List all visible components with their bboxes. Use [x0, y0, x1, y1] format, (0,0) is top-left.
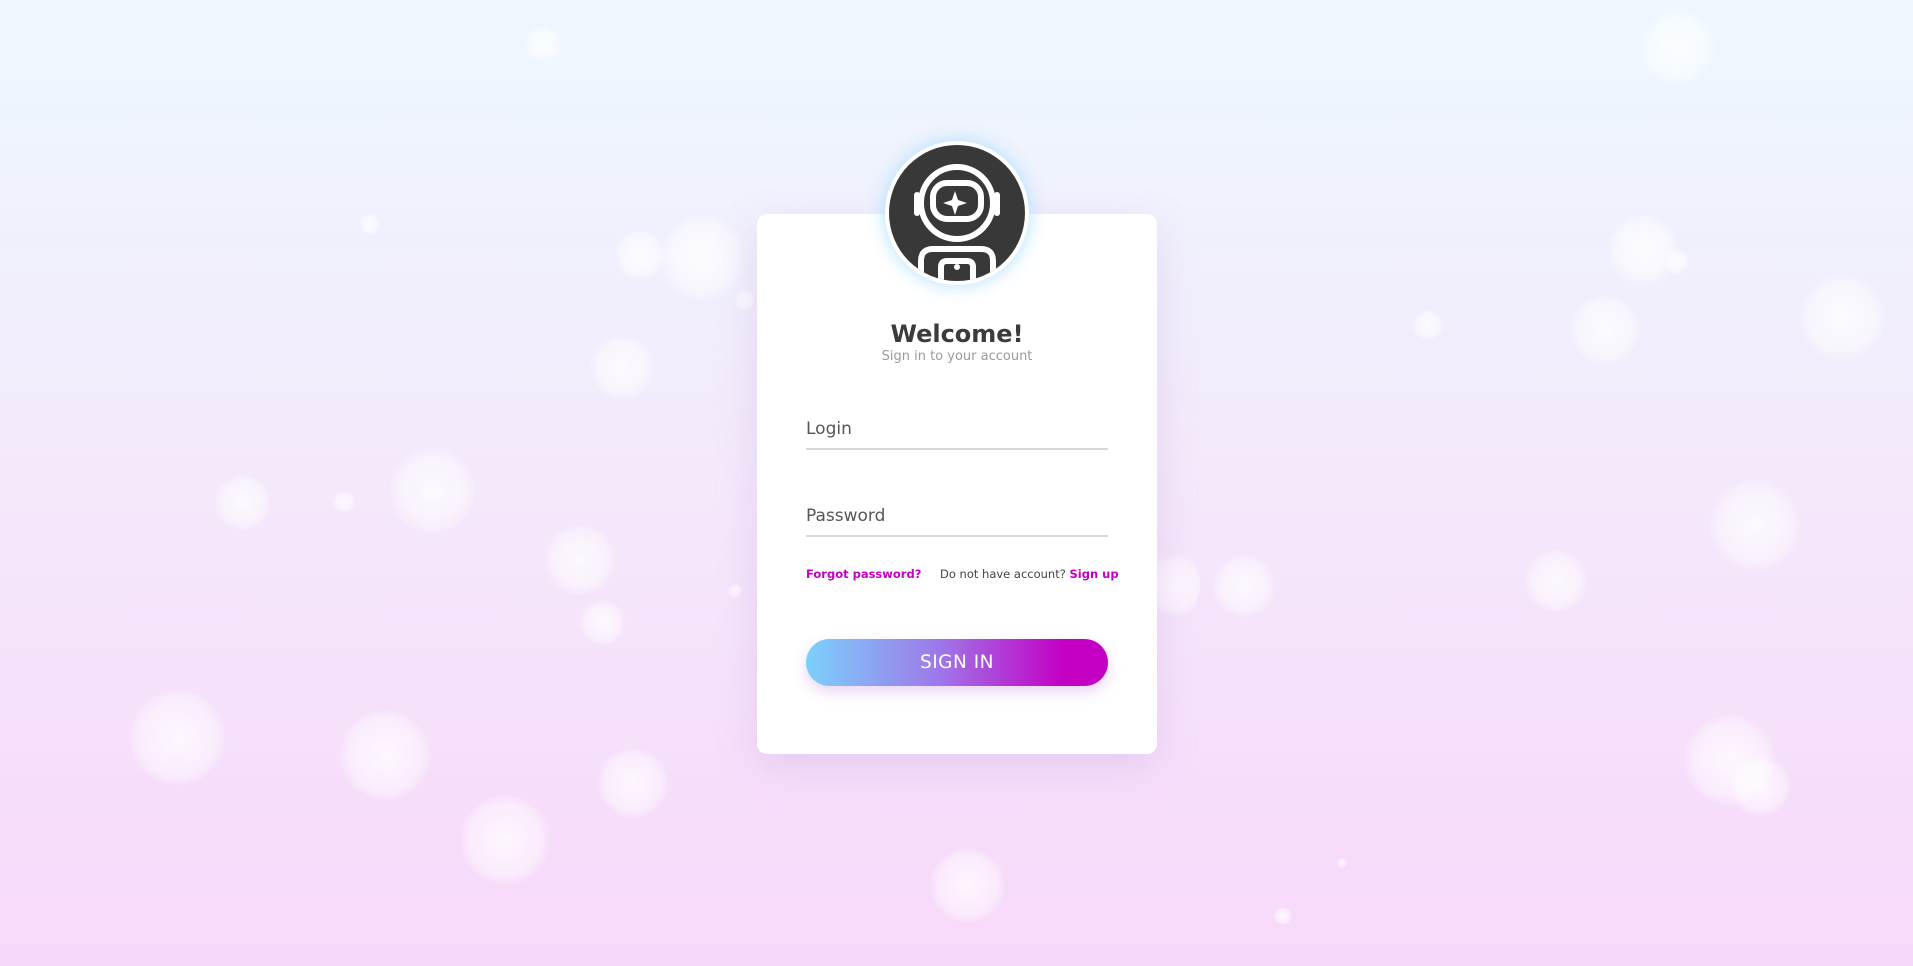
- page-title: Welcome!: [890, 320, 1024, 348]
- avatar: [885, 141, 1029, 285]
- sign-in-button[interactable]: SIGN IN: [806, 639, 1108, 686]
- password-input[interactable]: [806, 497, 1108, 537]
- page-subtitle: Sign in to your account: [881, 349, 1033, 364]
- astronaut-icon: [889, 145, 1025, 281]
- no-account-text: Do not have account?: [940, 567, 1066, 581]
- login-input[interactable]: [806, 410, 1108, 450]
- sign-up-link[interactable]: Sign up: [1069, 567, 1118, 581]
- forgot-password-link[interactable]: Forgot password?: [806, 567, 921, 581]
- signup-prompt: Do not have account? Sign up: [940, 567, 1119, 581]
